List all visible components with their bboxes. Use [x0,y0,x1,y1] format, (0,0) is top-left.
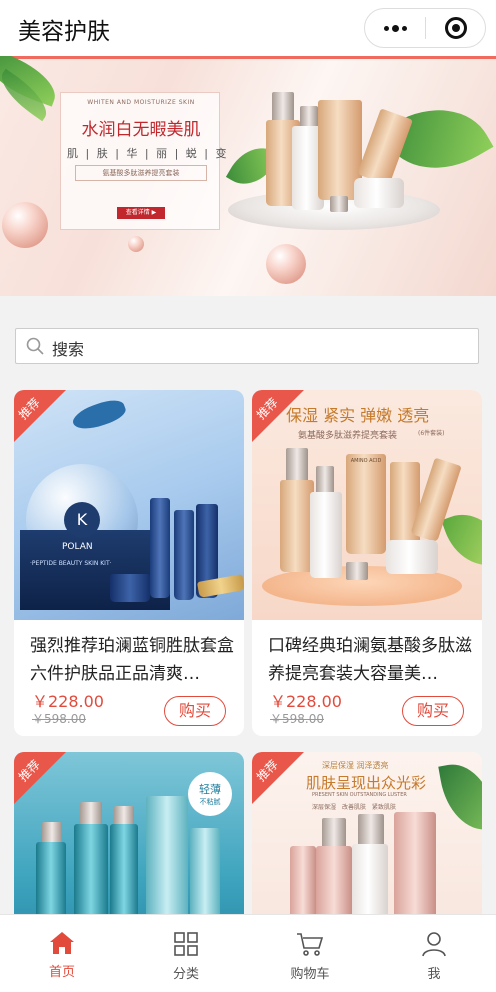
tab-me[interactable]: 我 [372,915,496,992]
tab-cart[interactable]: 购物车 [248,915,372,992]
bottle-cap [300,106,318,128]
product-headline: 肌肤呈现出众光彩 [306,774,427,792]
product-price: ￥228.00 [32,692,104,711]
banner-cta-button[interactable]: 查看详情 ▶ [117,207,165,219]
promo-banner[interactable]: WHITEN AND MOISTURIZE SKIN 水润白无暇美肌 肌 | 肤… [0,56,496,296]
close-mini-program-button[interactable] [426,17,485,39]
recommend-badge: 推荐 [14,752,66,804]
bottle-cap [286,448,308,482]
more-menu-button[interactable] [365,9,425,47]
product-subline: 氨基酸多肽滋养提亮套装 [298,431,398,441]
more-dot-icon [383,25,389,31]
bottle-cap [80,802,102,826]
leaf-decoration [441,503,482,577]
bottle-cap [42,822,62,844]
bottle-cap [346,562,368,580]
banner-en-headline: WHITEN AND MOISTURIZE SKIN [87,99,195,106]
bottle-cap [316,466,334,494]
product-price: ￥228.00 [270,692,342,711]
leaf-decoration [438,758,482,836]
product-tag: 轻薄 [199,783,221,796]
grid-icon [174,932,198,956]
bottle-cap [322,818,346,848]
search-section: 搜索 [0,314,496,380]
product-original-price: ￥598.00 [32,712,86,726]
buy-button[interactable]: 购买 [164,696,226,726]
feature-label: 改善肌肤 [342,804,367,811]
tab-category[interactable]: 分类 [124,915,248,992]
pearl-decoration [2,202,48,248]
banner-top-line [0,56,496,59]
bottle-cap [114,806,134,826]
pearl-decoration [266,244,306,284]
product-features: 深层保湿 改善肌肤 紧致肌肤 [312,802,396,811]
dolphin-decoration [69,395,129,435]
page-title: 美容护肤 [18,19,110,45]
product-bottle [150,498,170,598]
product-headline: 保湿 紧实 弹嫩 透亮 [286,406,430,425]
more-dot-icon [401,25,407,31]
tab-home[interactable]: 首页 [0,915,124,992]
product-tag: (6件套装) [418,430,445,437]
banner-chars: 肌 | 肤 | 华 | 丽 | 蜕 | 变 [67,147,229,160]
tab-label: 购物车 [290,967,330,982]
product-brand: POLAN [62,542,93,552]
home-icon [50,932,74,954]
product-card[interactable]: 保湿 紧实 弹嫩 透亮 氨基酸多肽滋养提亮套装 (6件套装) AMINO ACI… [252,390,482,736]
pearl-decoration [128,236,144,252]
product-tag-bubble: 轻薄 不粘腻 [188,772,232,816]
search-icon [26,337,44,355]
product-bottle [310,492,342,578]
feature-label: 深层保湿 [312,804,337,811]
product-bottle [174,510,194,600]
banner-headline: 水润白无暇美肌 [81,120,201,140]
product-jar [110,574,150,602]
brand-logo: K [64,502,100,538]
product-bottle [280,480,314,572]
search-placeholder: 搜索 [52,340,85,359]
product-jar [354,178,404,208]
product-name[interactable]: 强烈推荐珀澜蓝铜胜肽套盒六件护肤品正品清爽… [30,632,236,688]
product-kit-text: ·PEPTIDE BEAUTY SKIN KIT· [30,560,112,567]
page: 美容护肤 WHITEN AND MOISTURIZE SKIN 水润白无暇美肌 … [0,0,496,992]
tab-bar: 首页 分类 购物车 我 [0,914,496,992]
product-tube [346,454,386,554]
recommend-badge: 推荐 [252,752,304,804]
product-en-text: PRESENT SKIN OUTSTANDING LUSTER [312,792,407,798]
target-icon [444,17,467,39]
product-top-text: 深层保湿 润泽透亮 [322,761,389,770]
banner-subline: 氨基酸多肽滋养提亮套装 [75,165,207,181]
product-tag-sub: 不粘腻 [199,798,221,806]
bottle-cap [358,814,384,846]
buy-button[interactable]: 购买 [402,696,464,726]
banner-text-card: WHITEN AND MOISTURIZE SKIN 水润白无暇美肌 肌 | 肤… [60,92,229,230]
bottle-cap [272,92,294,122]
product-original-price: ￥598.00 [270,712,324,726]
product-jar [386,540,438,574]
tab-label: 首页 [48,965,75,980]
tab-label: 我 [427,967,441,982]
product-card[interactable]: K POLAN ·PEPTIDE BEAUTY SKIN KIT· 推荐 强烈推… [14,390,244,736]
mini-program-capsule [364,8,486,48]
product-tube [390,462,420,552]
feature-label: 紧致肌肤 [372,804,397,811]
product-name[interactable]: 口碑经典珀澜氨基酸多肽滋养提亮套装大容量美… [268,632,474,688]
more-dot-icon [391,24,399,32]
bottle-cap [330,196,348,212]
cart-icon [297,933,324,956]
search-input[interactable]: 搜索 [15,328,479,364]
recommend-badge: 推荐 [252,390,304,442]
tube-label: AMINO ACID [350,458,382,464]
user-icon [422,932,446,957]
nav-header: 美容护肤 [0,0,496,56]
tab-label: 分类 [172,967,199,982]
recommend-badge: 推荐 [14,390,66,442]
